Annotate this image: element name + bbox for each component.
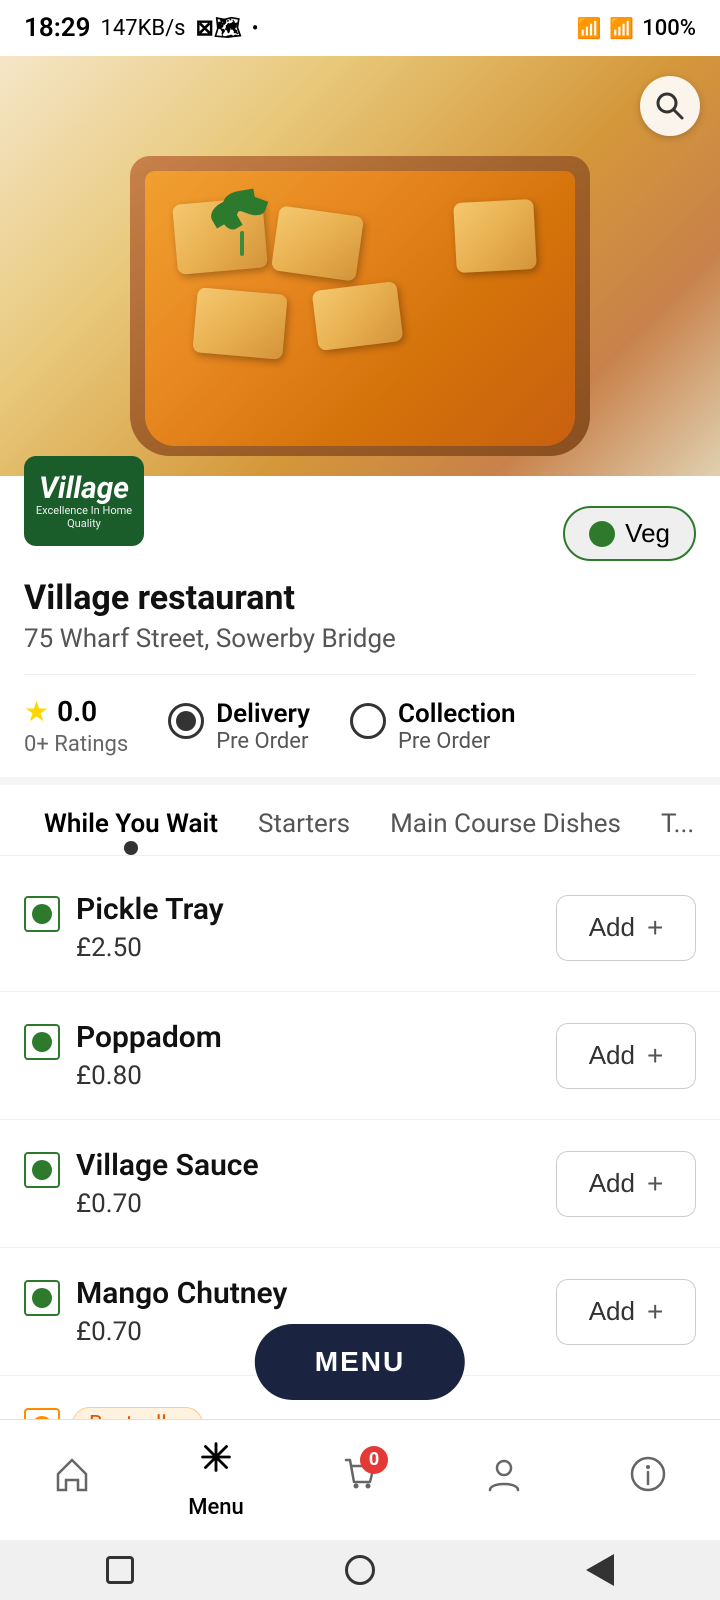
menu-item: Village Sauce £0.70 Add + xyxy=(0,1120,720,1248)
cart-icon: 0 xyxy=(340,1454,380,1503)
menu-cross-icon xyxy=(195,1436,237,1487)
delivery-radio[interactable] xyxy=(168,703,204,739)
veg-indicator xyxy=(24,1152,60,1188)
item-name: Poppadom xyxy=(76,1020,556,1055)
item-name: Pickle Tray xyxy=(76,892,556,927)
nav-info[interactable] xyxy=(608,1454,688,1503)
menu-nav-label: Menu xyxy=(188,1495,244,1520)
item-price: £0.80 xyxy=(76,1061,556,1091)
info-icon xyxy=(628,1454,668,1503)
radio-selected xyxy=(176,711,196,731)
menu-item: Poppadom £0.80 Add + xyxy=(0,992,720,1120)
delivery-sub: Pre Order xyxy=(216,729,310,754)
collection-sub: Pre Order xyxy=(398,729,516,754)
veg-dot xyxy=(32,1160,52,1180)
restaurant-address: 75 Wharf Street, Sowerby Bridge xyxy=(24,624,696,654)
sys-back-button[interactable] xyxy=(580,1550,620,1590)
add-button[interactable]: Add + xyxy=(556,1151,696,1217)
collection-label: Collection xyxy=(398,699,516,729)
item-name: Mango Chutney xyxy=(76,1276,556,1311)
search-button[interactable] xyxy=(640,76,700,136)
plus-icon: + xyxy=(647,1040,663,1072)
food-piece xyxy=(453,199,537,273)
bottom-navigation: Menu 0 xyxy=(0,1419,720,1540)
rating-value: 0.0 xyxy=(57,695,97,728)
restaurant-meta: ★ 0.0 0+ Ratings Delivery Pre Order Coll… xyxy=(24,674,696,777)
sys-square-button[interactable] xyxy=(100,1550,140,1590)
veg-dot xyxy=(32,1032,52,1052)
add-button[interactable]: Add + xyxy=(556,895,696,961)
nav-menu[interactable]: Menu xyxy=(176,1436,256,1520)
restaurant-card: Village Excellence In Home Quality Veg V… xyxy=(0,476,720,777)
delivery-label: Delivery xyxy=(216,699,310,729)
food-bowl xyxy=(130,156,590,456)
cart-badge: 0 xyxy=(360,1446,388,1474)
collection-option[interactable]: Collection Pre Order xyxy=(350,699,516,754)
delivery-option[interactable]: Delivery Pre Order xyxy=(168,699,310,754)
time: 18:29 xyxy=(24,13,91,43)
veg-toggle-button[interactable]: Veg xyxy=(563,506,696,561)
nav-profile[interactable] xyxy=(464,1454,544,1503)
system-navigation xyxy=(0,1540,720,1600)
battery: 100% xyxy=(642,16,696,41)
rating-block: ★ 0.0 0+ Ratings xyxy=(24,695,128,757)
item-price: £0.70 xyxy=(76,1189,556,1219)
food-piece xyxy=(192,287,287,360)
hero-image xyxy=(0,56,720,476)
item-name: Village Sauce xyxy=(76,1148,556,1183)
garnish xyxy=(205,181,285,261)
ratings-count: 0+ Ratings xyxy=(24,732,128,757)
profile-icon xyxy=(484,1454,524,1503)
tab-while-you-wait[interactable]: While You Wait xyxy=(24,785,238,855)
tab-main-course[interactable]: Main Course Dishes xyxy=(370,785,641,855)
wifi-icon: 📶 xyxy=(609,16,634,40)
tab-more[interactable]: T... xyxy=(641,785,714,855)
menu-item: Pickle Tray £2.50 Add + xyxy=(0,864,720,992)
add-button[interactable]: Add + xyxy=(556,1023,696,1089)
sys-home-button[interactable] xyxy=(340,1550,380,1590)
veg-dot xyxy=(32,904,52,924)
food-piece xyxy=(312,281,404,351)
network-icons: ⊠🗺 xyxy=(196,16,242,41)
restaurant-logo: Village Excellence In Home Quality xyxy=(24,456,144,546)
veg-indicator xyxy=(24,896,60,932)
item-price: £2.50 xyxy=(76,933,556,963)
tab-starters[interactable]: Starters xyxy=(238,785,370,855)
menu-float-button[interactable]: MENU xyxy=(255,1324,465,1400)
plus-icon: + xyxy=(647,912,663,944)
plus-icon: + xyxy=(647,1168,663,1200)
status-bar: 18:29 147KB/s ⊠🗺 • 📶 📶 100% xyxy=(0,0,720,56)
veg-indicator xyxy=(24,1024,60,1060)
network-speed: 147KB/s xyxy=(101,16,186,41)
category-tabs: While You Wait Starters Main Course Dish… xyxy=(0,785,720,856)
star-icon: ★ xyxy=(24,695,49,728)
collection-radio[interactable] xyxy=(350,703,386,739)
add-button[interactable]: Add + xyxy=(556,1279,696,1345)
dot-indicator: • xyxy=(252,18,258,39)
veg-dot-icon xyxy=(589,521,615,547)
nav-home[interactable] xyxy=(32,1454,112,1503)
veg-indicator xyxy=(24,1280,60,1316)
nav-cart[interactable]: 0 xyxy=(320,1454,400,1503)
plus-icon: + xyxy=(647,1296,663,1328)
veg-dot xyxy=(32,1288,52,1308)
restaurant-name: Village restaurant xyxy=(24,578,696,618)
home-icon xyxy=(52,1454,92,1503)
signal-bars: 📶 xyxy=(576,16,601,40)
